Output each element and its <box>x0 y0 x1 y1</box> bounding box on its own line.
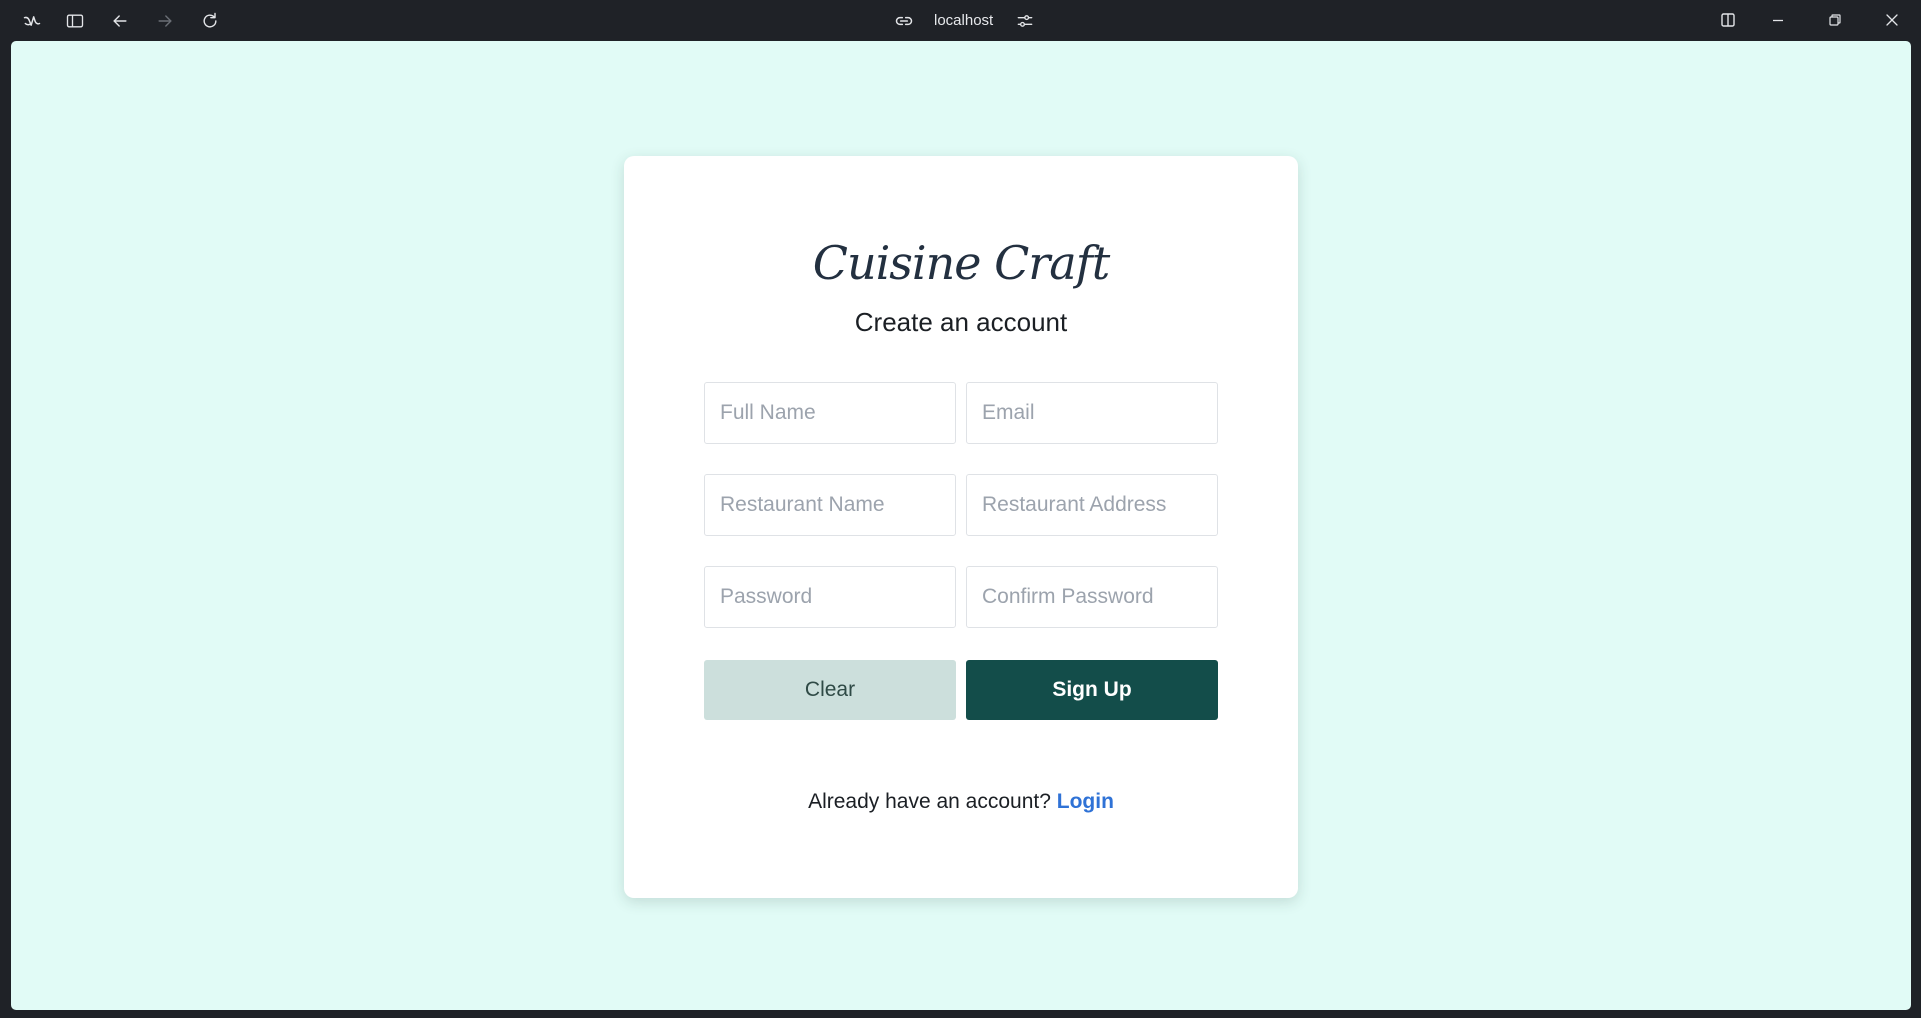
restore-icon[interactable] <box>1815 5 1855 35</box>
page-viewport: Cuisine Craft Create an account Clear Si… <box>11 41 1911 1010</box>
split-view-icon[interactable] <box>1708 5 1748 35</box>
sliders-icon[interactable] <box>1010 6 1040 36</box>
url-text: localhost <box>934 12 994 29</box>
restaurant-address-input[interactable] <box>966 474 1218 536</box>
email-input[interactable] <box>966 382 1218 444</box>
login-prompt: Already have an account? Login <box>624 790 1298 814</box>
sidebar-toggle-icon[interactable] <box>60 6 90 36</box>
restaurant-name-input[interactable] <box>704 474 956 536</box>
signup-card: Cuisine Craft Create an account Clear Si… <box>624 156 1298 898</box>
arrow-left-icon[interactable] <box>105 6 135 36</box>
arrow-right-icon[interactable] <box>150 6 180 36</box>
minimize-icon[interactable] <box>1758 5 1798 35</box>
browser-titlebar: localhost <box>0 0 1921 41</box>
sign-up-button[interactable]: Sign Up <box>966 660 1218 720</box>
login-prompt-text: Already have an account? <box>808 790 1051 813</box>
brand-logo: Cuisine Craft <box>812 236 1110 290</box>
password-input[interactable] <box>704 566 956 628</box>
reload-icon[interactable] <box>195 6 225 36</box>
full-name-input[interactable] <box>704 382 956 444</box>
browser-logo-icon[interactable] <box>17 6 47 36</box>
login-link[interactable]: Login <box>1057 790 1114 813</box>
page-title: Create an account <box>854 307 1068 337</box>
clear-button[interactable]: Clear <box>704 660 956 720</box>
close-icon[interactable] <box>1872 5 1912 35</box>
confirm-password-input[interactable] <box>966 566 1218 628</box>
link-icon <box>894 11 914 31</box>
